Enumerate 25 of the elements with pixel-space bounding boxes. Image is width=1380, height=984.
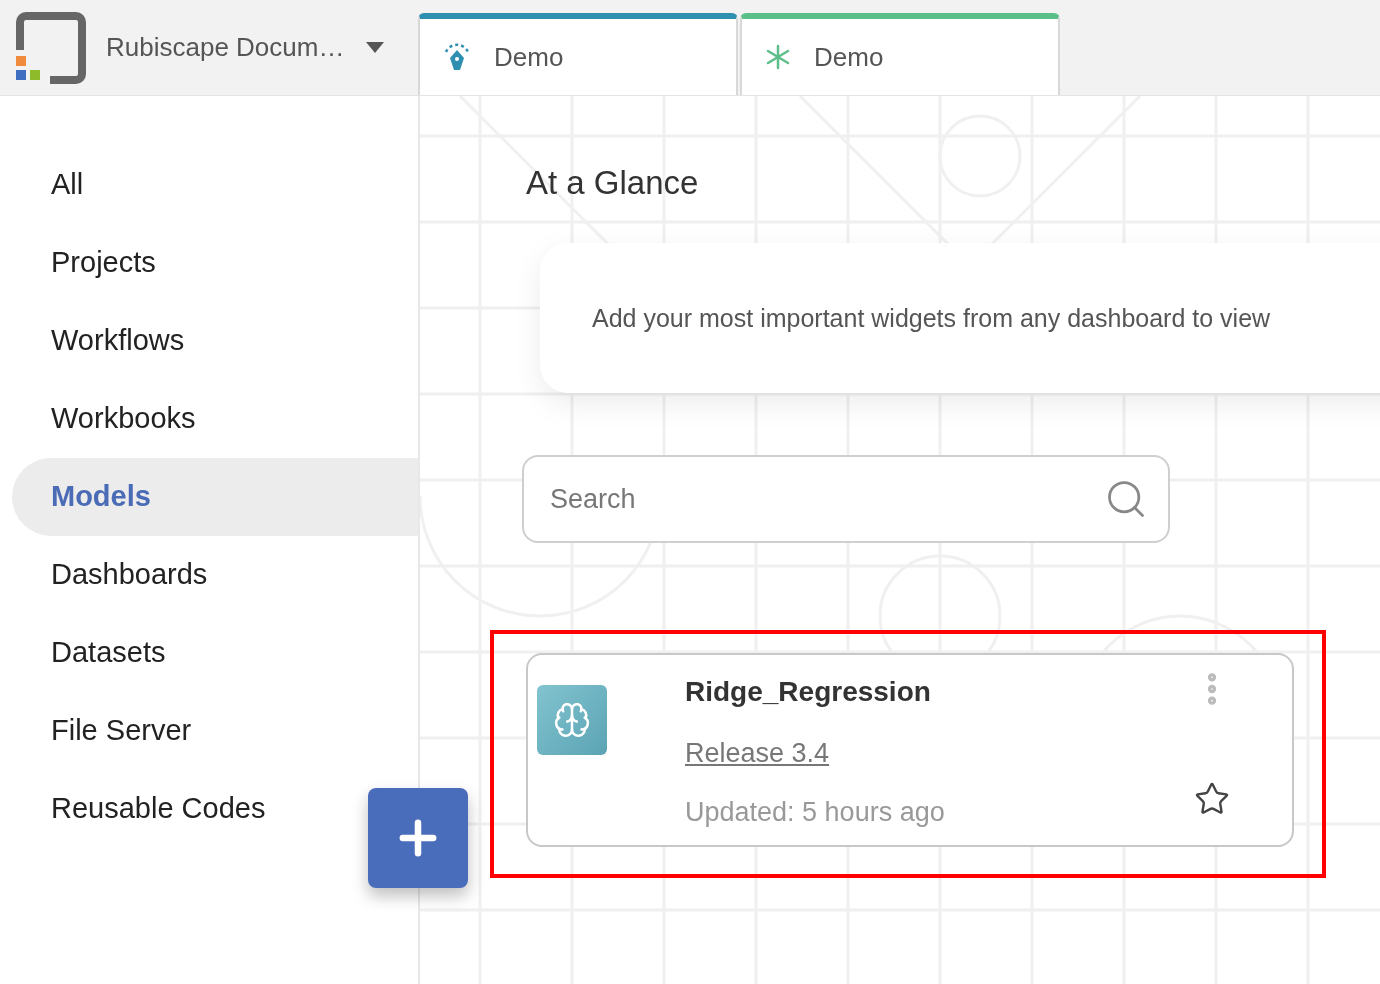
tab[interactable]: Demo — [740, 13, 1060, 95]
sidebar-item[interactable]: Workflows — [12, 302, 205, 380]
sidebar-item[interactable]: Datasets — [12, 614, 186, 692]
tab[interactable]: Demo — [418, 13, 738, 95]
model-name[interactable]: Ridge_Regression — [685, 671, 945, 714]
logo-icon — [14, 11, 86, 84]
sidebar-item[interactable]: Workbooks — [12, 380, 216, 458]
glance-message: Add your most important widgets from any dashboard to view — [592, 302, 1271, 334]
dropdown-caret-icon[interactable] — [366, 41, 385, 54]
brain-icon — [537, 685, 607, 756]
sidebar-item[interactable]: Models — [12, 458, 418, 536]
updated-time: Updated: 5 hours ago — [685, 795, 945, 829]
sidebar-item[interactable]: All — [12, 146, 104, 224]
sidebar-item[interactable]: Dashboards — [12, 536, 228, 614]
add-button[interactable] — [368, 788, 468, 888]
workspace-name[interactable]: Rubiscape Docum… — [106, 28, 345, 67]
sidebar-item[interactable]: Projects — [12, 224, 176, 302]
sidebar-item[interactable]: Reusable Codes — [12, 770, 286, 848]
release-link[interactable]: Release 3.4 — [685, 733, 945, 774]
search-field[interactable]: Search — [522, 455, 1170, 544]
tab-label: Demo — [494, 40, 564, 74]
tab-label: Demo — [814, 40, 884, 74]
sidebar-item[interactable]: File Server — [12, 692, 212, 770]
model-card[interactable]: Ridge_Regression Release 3.4 Updated: 5 hours ago — [526, 653, 1294, 848]
section-title: At a Glance — [526, 163, 700, 203]
